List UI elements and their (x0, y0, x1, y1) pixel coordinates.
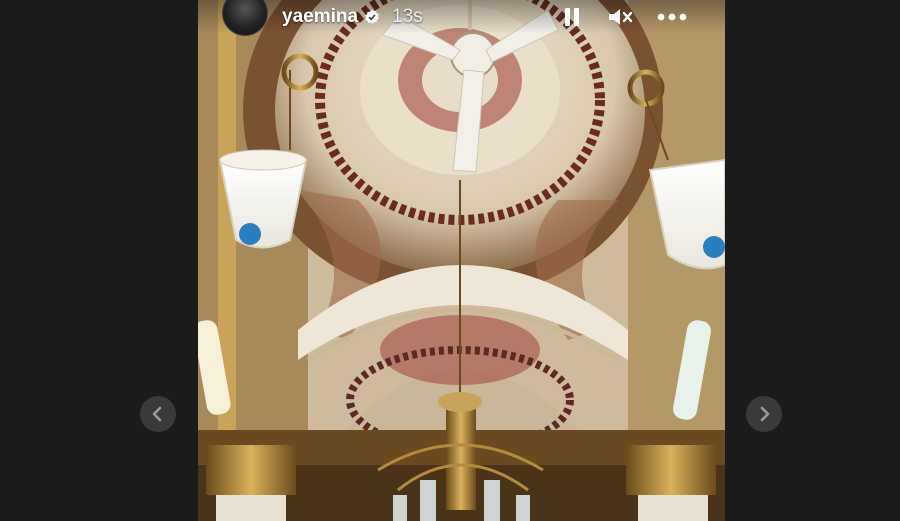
speaker-muted-icon (609, 9, 633, 25)
next-story-button[interactable] (746, 396, 782, 432)
username[interactable]: yaemina (282, 6, 358, 28)
story-elapsed-time: 13s (392, 6, 423, 27)
verified-badge-icon (365, 9, 379, 24)
pause-icon (565, 8, 579, 26)
mute-button[interactable] (606, 4, 634, 30)
more-options-button[interactable] (654, 4, 690, 30)
chevron-right-icon (760, 406, 770, 422)
chevron-left-icon (152, 406, 162, 422)
story-header: yaemina 13s (198, 0, 725, 36)
more-options-icon (657, 13, 687, 21)
previous-story-button[interactable] (140, 396, 176, 432)
avatar[interactable] (222, 0, 268, 36)
story-viewer[interactable]: yaemina 13s (198, 0, 725, 521)
story-photo (198, 0, 725, 521)
pause-button[interactable] (560, 4, 584, 30)
